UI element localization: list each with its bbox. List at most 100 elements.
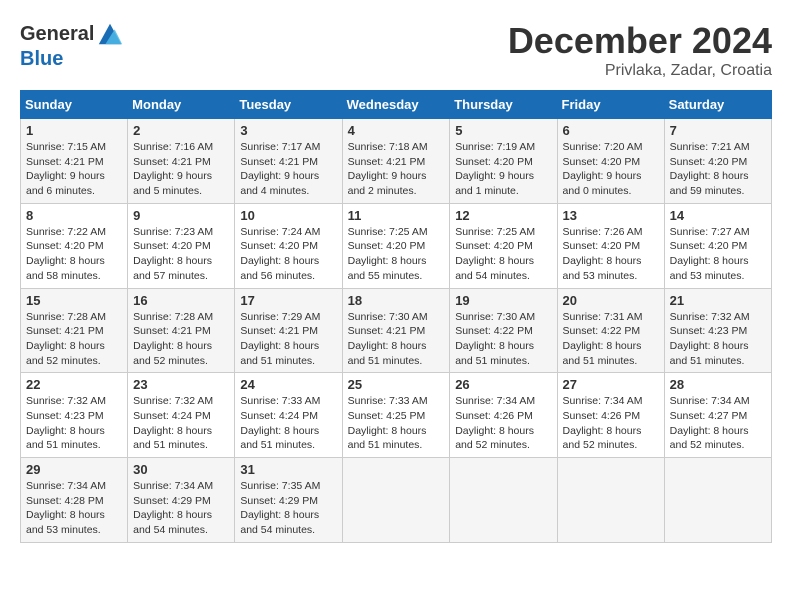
calendar-header-friday: Friday <box>557 91 664 119</box>
calendar-cell: 26 Sunrise: 7:34 AMSunset: 4:26 PMDayligh… <box>450 373 557 458</box>
day-number: 12 <box>455 208 551 223</box>
day-info: Sunrise: 7:30 AMSunset: 4:22 PMDaylight:… <box>455 310 551 369</box>
day-number: 14 <box>670 208 766 223</box>
day-info: Sunrise: 7:26 AMSunset: 4:20 PMDaylight:… <box>563 225 659 284</box>
calendar-cell: 20 Sunrise: 7:31 AMSunset: 4:22 PMDayligh… <box>557 288 664 373</box>
day-number: 11 <box>348 208 445 223</box>
calendar-header-wednesday: Wednesday <box>342 91 450 119</box>
calendar-cell: 7 Sunrise: 7:21 AMSunset: 4:20 PMDaylight… <box>664 119 771 204</box>
calendar-week-row: 1Sunrise: 7:15 AMSunset: 4:21 PMDaylight… <box>21 119 772 204</box>
day-info: Sunrise: 7:19 AMSunset: 4:20 PMDaylight:… <box>455 140 551 199</box>
day-info: Sunrise: 7:23 AMSunset: 4:20 PMDaylight:… <box>133 225 229 284</box>
day-number: 7 <box>670 123 766 138</box>
day-info: Sunrise: 7:34 AMSunset: 4:26 PMDaylight:… <box>455 394 551 453</box>
day-info: Sunrise: 7:28 AMSunset: 4:21 PMDaylight:… <box>133 310 229 369</box>
day-number: 24 <box>240 377 336 392</box>
day-number: 9 <box>133 208 229 223</box>
calendar-cell: 21Sunrise: 7:32 AMSunset: 4:23 PMDayligh… <box>664 288 771 373</box>
calendar-week-row: 8 Sunrise: 7:22 AMSunset: 4:20 PMDaylight… <box>21 203 772 288</box>
day-number: 2 <box>133 123 229 138</box>
day-number: 20 <box>563 293 659 308</box>
day-info: Sunrise: 7:29 AMSunset: 4:21 PMDaylight:… <box>240 310 336 369</box>
day-number: 22 <box>26 377 122 392</box>
calendar-cell: 27 Sunrise: 7:34 AMSunset: 4:26 PMDayligh… <box>557 373 664 458</box>
day-info: Sunrise: 7:33 AMSunset: 4:24 PMDaylight:… <box>240 394 336 453</box>
day-info: Sunrise: 7:25 AMSunset: 4:20 PMDaylight:… <box>455 225 551 284</box>
calendar-cell: 28 Sunrise: 7:34 AMSunset: 4:27 PMDayligh… <box>664 373 771 458</box>
calendar-header-monday: Monday <box>128 91 235 119</box>
day-info: Sunrise: 7:34 AMSunset: 4:26 PMDaylight:… <box>563 394 659 453</box>
day-info: Sunrise: 7:24 AMSunset: 4:20 PMDaylight:… <box>240 225 336 284</box>
day-number: 23 <box>133 377 229 392</box>
day-number: 5 <box>455 123 551 138</box>
calendar-cell: 22 Sunrise: 7:32 AMSunset: 4:23 PMDayligh… <box>21 373 128 458</box>
day-info: Sunrise: 7:15 AMSunset: 4:21 PMDaylight:… <box>26 140 122 199</box>
calendar-cell: 3Sunrise: 7:17 AMSunset: 4:21 PMDaylight… <box>235 119 342 204</box>
title-block: December 2024 Privlaka, Zadar, Croatia <box>508 20 772 80</box>
calendar-cell <box>664 458 771 543</box>
calendar-cell: 25 Sunrise: 7:33 AMSunset: 4:25 PMDayligh… <box>342 373 450 458</box>
day-number: 21 <box>670 293 766 308</box>
day-info: Sunrise: 7:32 AMSunset: 4:23 PMDaylight:… <box>26 394 122 453</box>
day-number: 25 <box>348 377 445 392</box>
day-number: 19 <box>455 293 551 308</box>
day-number: 30 <box>133 462 229 477</box>
day-info: Sunrise: 7:20 AMSunset: 4:20 PMDaylight:… <box>563 140 659 199</box>
calendar-header-sunday: Sunday <box>21 91 128 119</box>
day-number: 28 <box>670 377 766 392</box>
day-info: Sunrise: 7:32 AMSunset: 4:24 PMDaylight:… <box>133 394 229 453</box>
calendar-cell: 15 Sunrise: 7:28 AMSunset: 4:21 PMDayligh… <box>21 288 128 373</box>
day-number: 8 <box>26 208 122 223</box>
day-info: Sunrise: 7:18 AMSunset: 4:21 PMDaylight:… <box>348 140 445 199</box>
calendar-cell: 16 Sunrise: 7:28 AMSunset: 4:21 PMDayligh… <box>128 288 235 373</box>
calendar-cell: 2Sunrise: 7:16 AMSunset: 4:21 PMDaylight… <box>128 119 235 204</box>
day-info: Sunrise: 7:28 AMSunset: 4:21 PMDaylight:… <box>26 310 122 369</box>
calendar-week-row: 29 Sunrise: 7:34 AMSunset: 4:28 PMDayligh… <box>21 458 772 543</box>
location-title: Privlaka, Zadar, Croatia <box>508 62 772 80</box>
day-info: Sunrise: 7:22 AMSunset: 4:20 PMDaylight:… <box>26 225 122 284</box>
calendar-cell <box>342 458 450 543</box>
day-number: 31 <box>240 462 336 477</box>
day-number: 29 <box>26 462 122 477</box>
day-info: Sunrise: 7:33 AMSunset: 4:25 PMDaylight:… <box>348 394 445 453</box>
day-info: Sunrise: 7:21 AMSunset: 4:20 PMDaylight:… <box>670 140 766 199</box>
day-info: Sunrise: 7:31 AMSunset: 4:22 PMDaylight:… <box>563 310 659 369</box>
logo-icon <box>96 20 124 48</box>
day-info: Sunrise: 7:34 AMSunset: 4:27 PMDaylight:… <box>670 394 766 453</box>
month-title: December 2024 <box>508 20 772 62</box>
day-number: 15 <box>26 293 122 308</box>
calendar-cell: 8 Sunrise: 7:22 AMSunset: 4:20 PMDaylight… <box>21 203 128 288</box>
day-info: Sunrise: 7:34 AMSunset: 4:29 PMDaylight:… <box>133 479 229 538</box>
calendar-cell: 13 Sunrise: 7:26 AMSunset: 4:20 PMDayligh… <box>557 203 664 288</box>
calendar-cell: 23 Sunrise: 7:32 AMSunset: 4:24 PMDayligh… <box>128 373 235 458</box>
day-number: 27 <box>563 377 659 392</box>
day-info: Sunrise: 7:30 AMSunset: 4:21 PMDaylight:… <box>348 310 445 369</box>
calendar-cell: 14Sunrise: 7:27 AMSunset: 4:20 PMDayligh… <box>664 203 771 288</box>
calendar-cell: 31 Sunrise: 7:35 AMSunset: 4:29 PMDayligh… <box>235 458 342 543</box>
day-number: 18 <box>348 293 445 308</box>
day-info: Sunrise: 7:35 AMSunset: 4:29 PMDaylight:… <box>240 479 336 538</box>
calendar-cell: 11Sunrise: 7:25 AMSunset: 4:20 PMDayligh… <box>342 203 450 288</box>
calendar-cell: 19 Sunrise: 7:30 AMSunset: 4:22 PMDayligh… <box>450 288 557 373</box>
calendar-week-row: 15 Sunrise: 7:28 AMSunset: 4:21 PMDayligh… <box>21 288 772 373</box>
calendar-cell: 4 Sunrise: 7:18 AMSunset: 4:21 PMDaylight… <box>342 119 450 204</box>
day-number: 26 <box>455 377 551 392</box>
day-number: 10 <box>240 208 336 223</box>
day-number: 17 <box>240 293 336 308</box>
calendar-cell <box>450 458 557 543</box>
logo: General Blue <box>20 20 124 70</box>
calendar-cell: 10 Sunrise: 7:24 AMSunset: 4:20 PMDayligh… <box>235 203 342 288</box>
day-info: Sunrise: 7:34 AMSunset: 4:28 PMDaylight:… <box>26 479 122 538</box>
day-number: 4 <box>348 123 445 138</box>
logo-blue: Blue <box>20 48 63 70</box>
day-number: 16 <box>133 293 229 308</box>
day-info: Sunrise: 7:17 AMSunset: 4:21 PMDaylight:… <box>240 140 336 199</box>
calendar-header-thursday: Thursday <box>450 91 557 119</box>
calendar-week-row: 22 Sunrise: 7:32 AMSunset: 4:23 PMDayligh… <box>21 373 772 458</box>
day-number: 13 <box>563 208 659 223</box>
calendar-table: SundayMondayTuesdayWednesdayThursdayFrid… <box>20 90 772 543</box>
logo-general: General <box>20 23 94 45</box>
calendar-cell: 29 Sunrise: 7:34 AMSunset: 4:28 PMDayligh… <box>21 458 128 543</box>
calendar-cell: 6Sunrise: 7:20 AMSunset: 4:20 PMDaylight… <box>557 119 664 204</box>
page-header: General Blue December 2024 Privlaka, Zad… <box>20 20 772 80</box>
